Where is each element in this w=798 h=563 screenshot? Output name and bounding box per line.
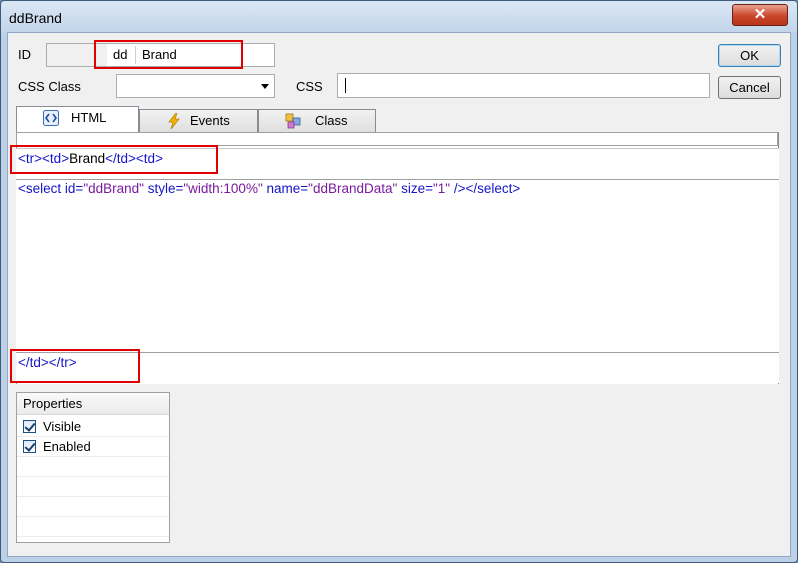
code-main-line: <select id="ddBrand" style="width:100%" … (18, 181, 521, 196)
css-input[interactable] (337, 73, 710, 98)
class-puzzle-icon (285, 113, 301, 129)
lightning-icon (168, 113, 180, 129)
ok-button[interactable]: OK (718, 44, 781, 67)
property-row-visible[interactable]: Visible (17, 417, 169, 437)
chevron-down-icon[interactable] (261, 84, 269, 89)
html-tag-icon (43, 110, 59, 126)
id-label: ID (18, 47, 31, 62)
code-after-line: </td></tr> (18, 355, 77, 370)
visible-checkbox[interactable] (23, 420, 36, 433)
id-field[interactable]: dd Brand (46, 43, 275, 67)
enabled-label: Enabled (43, 439, 91, 454)
code-before-line: <tr><td>Brand</td><td> (18, 151, 163, 166)
window-title: ddBrand (9, 10, 62, 26)
css-label: CSS (296, 79, 323, 94)
properties-header: Properties (17, 393, 169, 415)
property-row-enabled[interactable]: Enabled (17, 437, 169, 457)
property-row-empty (17, 457, 169, 477)
id-divider (135, 46, 136, 64)
title-bar[interactable]: ddBrand ✕ (1, 1, 797, 33)
tab-events[interactable]: Events (139, 109, 258, 133)
code-main-editor[interactable]: <select id="ddBrand" style="width:100%" … (16, 180, 779, 353)
property-row-empty (17, 477, 169, 497)
cancel-button[interactable]: Cancel (718, 76, 781, 99)
enabled-checkbox[interactable] (23, 440, 36, 453)
visible-label: Visible (43, 419, 82, 434)
id-input[interactable]: Brand (142, 47, 177, 62)
property-row-empty (17, 497, 169, 517)
close-button[interactable]: ✕ (732, 4, 788, 26)
css-class-label: CSS Class (18, 79, 81, 94)
text-cursor (345, 78, 346, 93)
css-class-select[interactable] (116, 74, 275, 98)
code-after-editor[interactable]: </td></tr> (16, 353, 779, 383)
property-row-empty (17, 517, 169, 537)
tab-events-label: Events (190, 113, 230, 128)
close-icon: ✕ (753, 6, 767, 23)
tab-class[interactable]: Class (258, 109, 376, 133)
id-prefix: dd (113, 47, 128, 62)
tab-html-label: HTML (71, 110, 107, 125)
code-before-editor[interactable]: <tr><td>Brand</td><td> (16, 148, 779, 180)
properties-panel: Properties Visible Enabled (16, 392, 170, 543)
tab-class-label: Class (315, 113, 348, 128)
panel-top-strip (16, 132, 778, 146)
id-blank-segment (47, 44, 107, 66)
tab-html[interactable]: HTML (16, 106, 139, 133)
